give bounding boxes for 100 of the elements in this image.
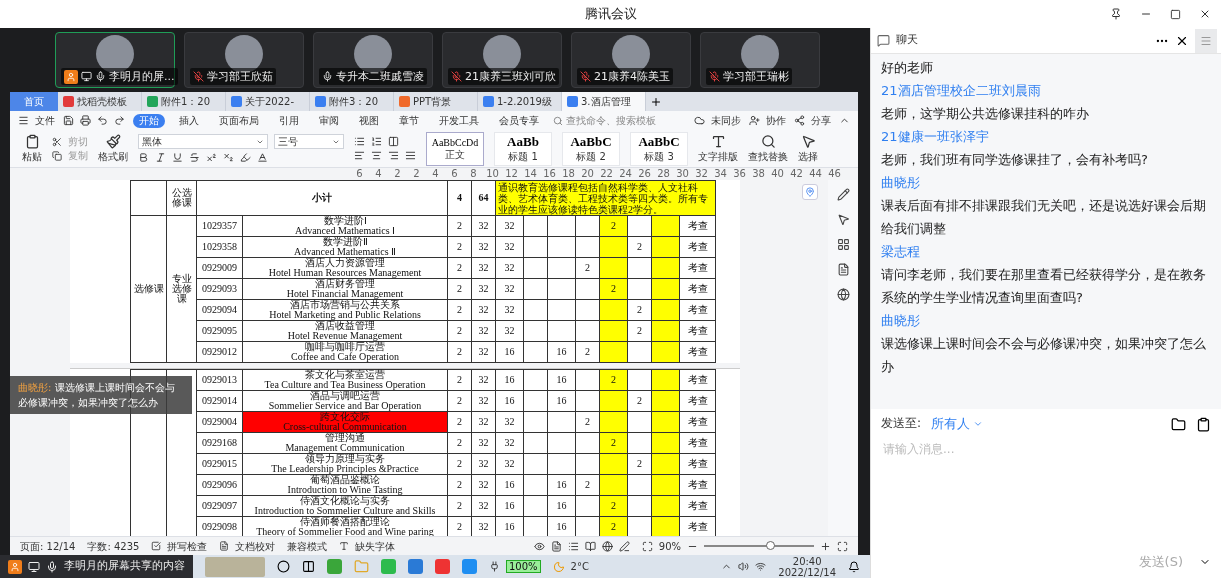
command-search[interactable]: 查找命令、搜索模板 — [566, 115, 656, 126]
outline-view-icon[interactable] — [567, 540, 579, 552]
read-view-icon[interactable] — [584, 540, 596, 552]
add-tab-icon[interactable] — [650, 95, 662, 108]
file-menu[interactable]: 文件 — [35, 115, 55, 126]
find-replace-button[interactable]: 查找替换 — [748, 133, 788, 164]
cursor-icon[interactable] — [836, 213, 850, 226]
grid-icon[interactable] — [836, 238, 850, 251]
zoom-in-icon[interactable] — [820, 540, 831, 552]
align-center-icon[interactable] — [371, 150, 382, 161]
font-icon — [339, 541, 350, 551]
menu-icon[interactable] — [18, 115, 29, 126]
table-cell: 数学进阶Ⅱ Advanced Mathematics Ⅱ — [242, 236, 448, 258]
page-view-icon[interactable] — [550, 540, 562, 552]
ribbon-tab[interactable]: 视图 — [353, 113, 385, 128]
eye-icon[interactable] — [533, 540, 545, 552]
highlighter-icon[interactable] — [240, 152, 251, 163]
file-icon — [399, 96, 410, 107]
message-input[interactable]: 请输入消息... — [881, 441, 1211, 457]
style-preset[interactable]: AaBbC 标题 2 — [562, 131, 620, 166]
web-view-icon[interactable] — [601, 540, 613, 552]
clipboard-icon[interactable] — [1196, 416, 1211, 432]
home-tab[interactable]: 首页 — [10, 92, 58, 111]
print-icon[interactable] — [80, 115, 91, 126]
pen-icon[interactable] — [618, 540, 630, 552]
menu-button[interactable] — [1195, 28, 1217, 53]
video-tile[interactable]: 李明月的屏... — [55, 32, 175, 88]
avatar-placeholder — [96, 35, 134, 73]
video-tile[interactable]: 学习部王瑞彬 — [700, 32, 820, 88]
ribbon-tab[interactable]: 开发工具 — [433, 113, 485, 128]
document-tab[interactable]: 3.酒店管理 — [562, 92, 646, 111]
paste-button[interactable]: 粘贴 — [22, 133, 42, 164]
collaborate-link[interactable]: 协作 — [766, 115, 786, 126]
participant-name: 李明月的屏... — [109, 69, 175, 84]
system-clock[interactable]: 20:40 2022/12/14 — [778, 555, 836, 578]
format-painter-button[interactable]: 格式刷 — [98, 133, 128, 164]
file-icon — [63, 96, 74, 107]
superscript-icon[interactable] — [206, 152, 217, 163]
missing-font-button[interactable]: 缺失字体 — [355, 540, 396, 552]
globe-icon[interactable] — [836, 288, 850, 301]
video-tile[interactable]: 学习部王欣茹 — [184, 32, 304, 88]
italic-icon[interactable] — [155, 152, 166, 163]
font-size-field[interactable]: 三号 — [274, 134, 344, 149]
style-preset[interactable]: AaBbC 标题 3 — [630, 131, 688, 166]
justify-icon[interactable] — [405, 150, 416, 161]
recipient-dropdown[interactable]: 所有人 — [931, 415, 984, 433]
zoom-level[interactable]: 90% — [658, 540, 681, 552]
video-tile[interactable]: 21康养4陈美玉 — [571, 32, 691, 88]
pin-icon[interactable] — [1110, 8, 1122, 20]
undo-icon[interactable] — [97, 115, 108, 126]
notification-icon[interactable] — [848, 560, 860, 573]
ribbon-tab[interactable]: 会员专享 — [493, 113, 545, 128]
ribbon-tab[interactable]: 开始 — [133, 113, 165, 128]
redo-icon[interactable] — [114, 115, 125, 126]
ribbon-tab[interactable]: 章节 — [393, 113, 425, 128]
align-right-icon[interactable] — [388, 150, 399, 161]
select-button[interactable]: 选择 — [798, 133, 818, 164]
bold-icon[interactable] — [138, 152, 149, 163]
save-icon[interactable] — [63, 115, 74, 126]
style-preset[interactable]: AaBbCcDd 正文 — [426, 131, 484, 166]
style-preset[interactable]: AaBb 标题 1 — [494, 131, 552, 166]
chat-message: 好的老师 — [881, 59, 934, 77]
maximize-icon[interactable] — [1170, 8, 1181, 20]
video-tile[interactable]: 21康养三班刘可欣 — [442, 32, 562, 88]
columns-icon[interactable] — [388, 136, 399, 147]
align-left-icon[interactable] — [354, 150, 365, 161]
ruler-number: 4 — [431, 168, 440, 180]
ruler-number: 46 — [827, 168, 842, 180]
underline-icon[interactable] — [172, 152, 183, 163]
spell-check-button[interactable]: 拼写检查 — [167, 540, 208, 552]
sync-status[interactable]: 未同步 — [711, 115, 741, 126]
wifi-icon[interactable] — [755, 561, 767, 572]
document-icon[interactable] — [836, 263, 850, 276]
font-color-icon[interactable] — [257, 152, 268, 163]
search-icon[interactable] — [277, 560, 290, 573]
ribbon-tab[interactable]: 插入 — [173, 113, 205, 128]
pen-icon[interactable] — [836, 188, 850, 201]
table-cell: 4 — [447, 180, 472, 216]
video-tile[interactable]: 专升本二班戚雪凌 — [313, 32, 433, 88]
share-link[interactable]: 分享 — [811, 115, 831, 126]
font-field[interactable]: 黑体 — [138, 134, 268, 149]
task-view-icon[interactable] — [302, 560, 315, 573]
strikethrough-icon[interactable] — [189, 152, 200, 163]
fullscreen-icon[interactable] — [837, 540, 848, 552]
table-cell: 2 — [599, 369, 628, 391]
slider-thumb[interactable] — [766, 541, 775, 550]
person-icon — [8, 559, 22, 574]
ribbon-tab[interactable]: 审阅 — [313, 113, 345, 128]
ribbon-tab[interactable]: 引用 — [273, 113, 305, 128]
user-plus-icon — [749, 115, 760, 126]
text-layout-button[interactable]: 文字排版 — [698, 133, 738, 164]
numbered-list-icon[interactable] — [371, 136, 382, 147]
close-icon[interactable] — [1199, 8, 1211, 20]
bullet-list-icon[interactable] — [354, 136, 365, 147]
ribbon-tab[interactable]: 页面布局 — [213, 113, 265, 128]
fit-icon[interactable] — [641, 540, 653, 552]
folder-icon[interactable] — [1171, 416, 1186, 432]
subscript-icon[interactable] — [223, 152, 234, 163]
proofread-button[interactable]: 文档校对 — [235, 540, 276, 552]
volume-icon[interactable] — [738, 561, 750, 572]
